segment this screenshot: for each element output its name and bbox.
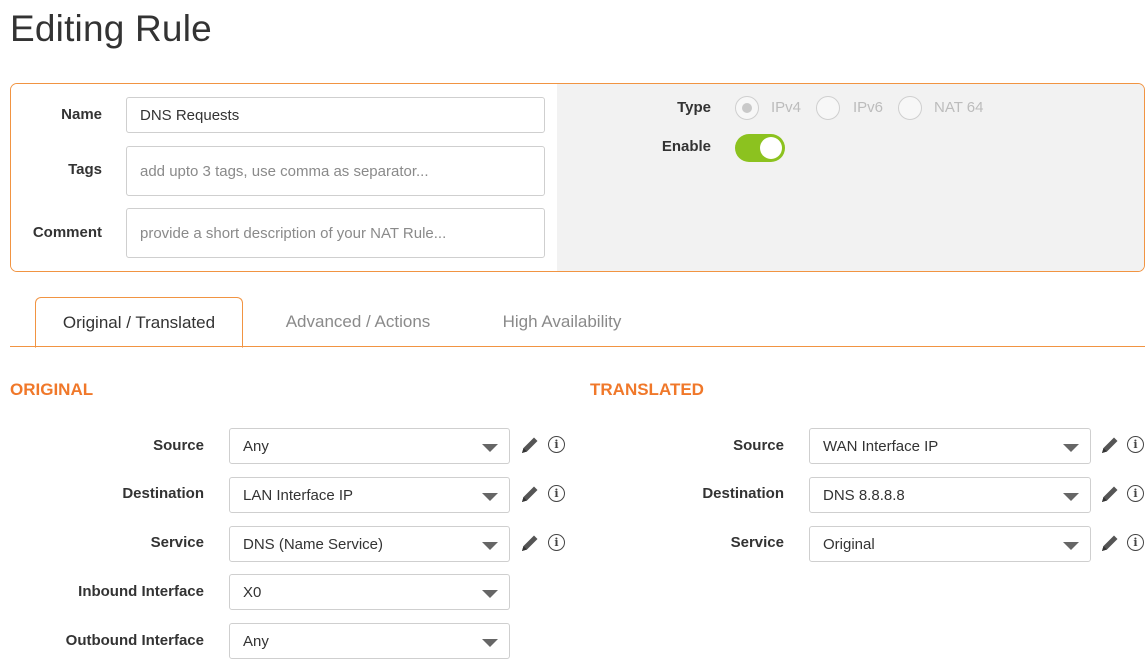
rule-general-panel: Name DNS Requests Tags add upto 3 tags, … [10,83,1145,272]
translated-service-select[interactable]: Original [809,526,1091,562]
original-service-value: DNS (Name Service) [243,535,384,553]
translated-source-label: Source [733,437,784,454]
type-ipv6-radio[interactable] [816,96,840,120]
type-nat64-radio[interactable] [898,96,922,120]
original-destination-select[interactable]: LAN Interface IP [229,477,510,513]
comment-label: Comment [32,224,102,241]
caret-down-icon [482,444,498,452]
type-ipv6-label: IPv6 [853,99,884,116]
caret-down-icon [482,493,498,501]
info-glyph: i [554,438,559,451]
info-glyph: i [554,536,559,549]
info-icon[interactable]: i [548,436,565,453]
type-ipv4-radio[interactable] [735,96,759,120]
enable-label: Enable [661,138,711,155]
pencil-icon[interactable] [1099,483,1121,505]
comment-input[interactable]: provide a short description of your NAT … [126,208,545,258]
original-source-label: Source [153,437,204,454]
original-service-select[interactable]: DNS (Name Service) [229,526,510,562]
translated-source-value: WAN Interface IP [823,437,939,455]
info-icon[interactable]: i [1127,485,1144,502]
tab-advanced-actions[interactable]: Advanced / Actions [258,297,458,347]
caret-down-icon [482,639,498,647]
info-icon[interactable]: i [1127,534,1144,551]
tags-label: Tags [68,161,102,178]
pencil-icon[interactable] [519,434,541,456]
original-inbound-interface-value: X0 [243,583,262,601]
tab-high-availability[interactable]: High Availability [472,297,652,347]
caret-down-icon [1063,542,1079,550]
original-destination-value: LAN Interface IP [243,486,354,504]
name-input[interactable]: DNS Requests [126,97,545,133]
translated-service-value: Original [823,535,875,553]
original-inbound-interface-label: Inbound Interface [78,583,204,600]
original-outbound-interface-label: Outbound Interface [65,632,204,649]
name-label: Name [61,106,102,123]
info-glyph: i [1133,536,1138,549]
type-ipv4-label: IPv4 [771,99,802,116]
caret-down-icon [482,542,498,550]
tabs-divider [10,346,1145,347]
caret-down-icon [482,590,498,598]
original-source-select[interactable]: Any [229,428,510,464]
page-title: Editing Rule [10,8,212,49]
caret-down-icon [1063,493,1079,501]
type-label: Type [677,99,711,116]
original-service-label: Service [150,534,204,551]
pencil-icon[interactable] [519,532,541,554]
caret-down-icon [1063,444,1079,452]
enable-toggle[interactable] [735,134,785,162]
translated-destination-label: Destination [702,485,784,502]
pencil-icon[interactable] [1099,532,1121,554]
pencil-icon[interactable] [519,483,541,505]
original-source-value: Any [243,437,269,455]
info-glyph: i [1133,487,1138,500]
translated-source-select[interactable]: WAN Interface IP [809,428,1091,464]
translated-service-label: Service [730,534,784,551]
original-inbound-interface-select[interactable]: X0 [229,574,510,610]
tab-original-translated[interactable]: Original / Translated [35,297,243,348]
info-icon[interactable]: i [548,534,565,551]
translated-section-title: TRANSLATED [590,380,704,399]
info-glyph: i [1133,438,1138,451]
info-icon[interactable]: i [548,485,565,502]
original-outbound-interface-select[interactable]: Any [229,623,510,659]
original-destination-label: Destination [122,485,204,502]
tags-input[interactable]: add upto 3 tags, use comma as separator.… [126,146,545,196]
translated-destination-value: DNS 8.8.8.8 [823,486,905,504]
toggle-knob [760,137,782,159]
original-section-title: ORIGINAL [10,380,94,399]
info-icon[interactable]: i [1127,436,1144,453]
translated-destination-select[interactable]: DNS 8.8.8.8 [809,477,1091,513]
pencil-icon[interactable] [1099,434,1121,456]
type-nat64-label: NAT 64 [934,99,984,116]
info-glyph: i [554,487,559,500]
original-outbound-interface-value: Any [243,632,269,650]
